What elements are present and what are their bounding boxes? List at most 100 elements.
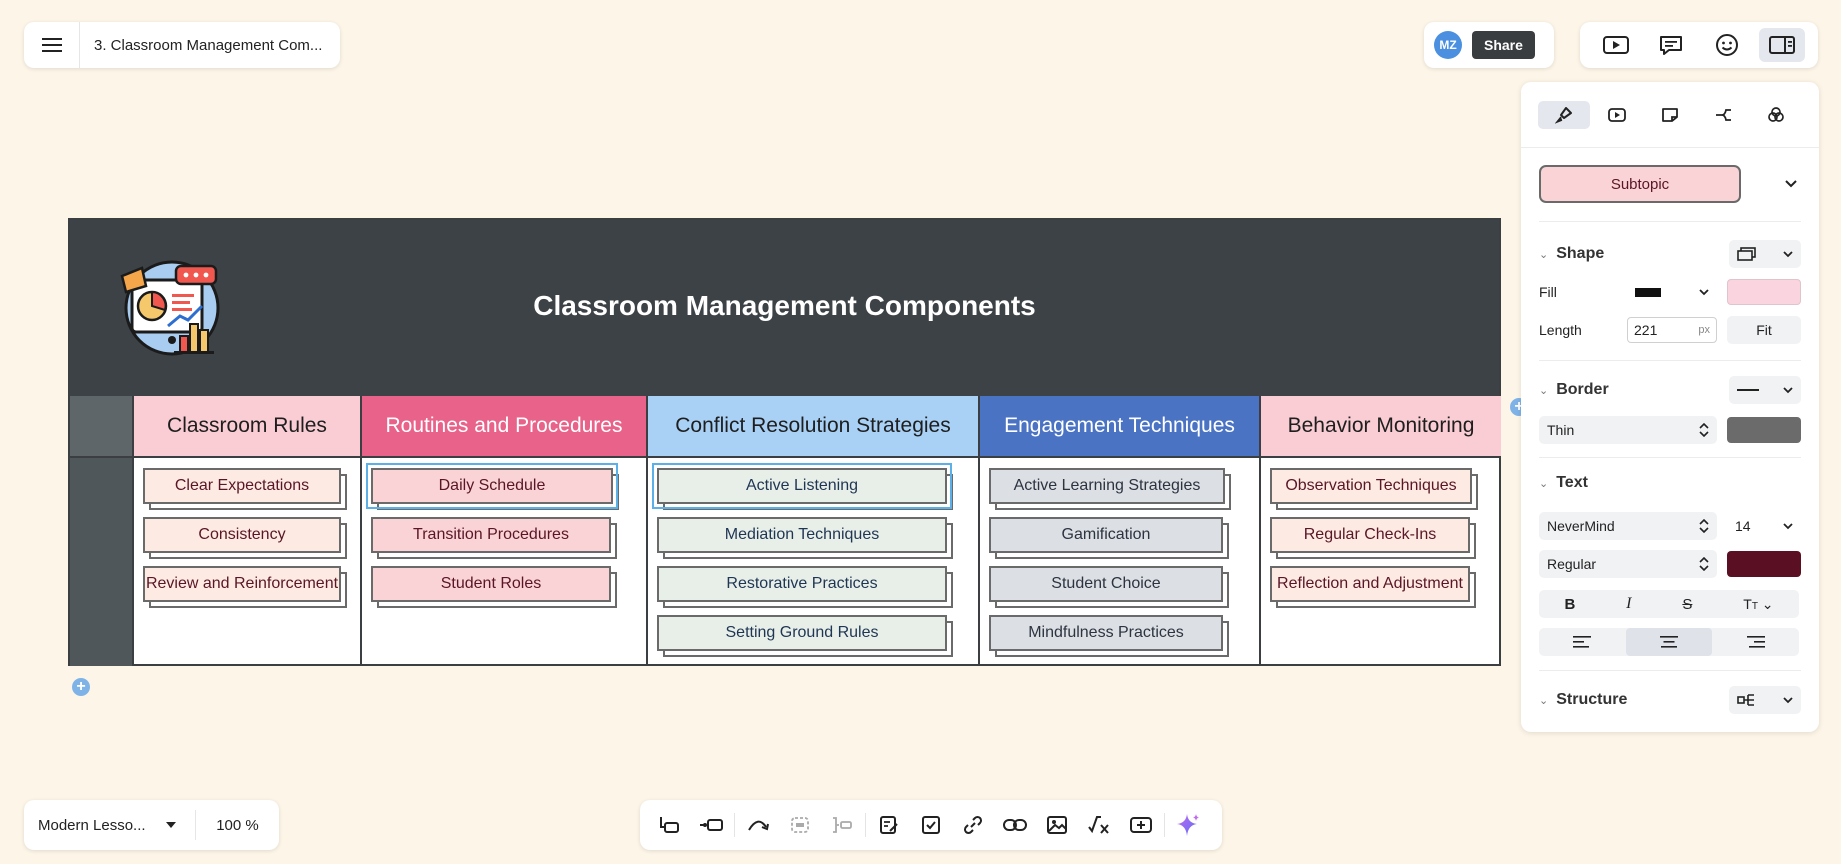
- branch-icon: [1716, 108, 1732, 121]
- presentation-mode-button[interactable]: [1593, 28, 1639, 62]
- document-title[interactable]: 3. Classroom Management Com...: [80, 37, 322, 54]
- add-subtopic-button[interactable]: [648, 807, 690, 843]
- main-topic-header[interactable]: Routines and Procedures: [362, 396, 646, 458]
- sparkle-icon: [1177, 814, 1199, 836]
- note-edit-icon: [880, 816, 898, 834]
- border-color-swatch[interactable]: [1727, 417, 1801, 443]
- main-topic-header[interactable]: Classroom Rules: [134, 396, 360, 458]
- main-topic-header[interactable]: Conflict Resolution Strategies: [648, 396, 978, 458]
- collapse-chevron-icon[interactable]: ⌄: [1539, 384, 1548, 397]
- sidebar-panel-icon: [1769, 36, 1796, 54]
- board-title[interactable]: Classroom Management Components: [70, 290, 1499, 322]
- fit-button[interactable]: Fit: [1727, 316, 1801, 344]
- tab-theme[interactable]: [1750, 101, 1802, 129]
- subtopic-node[interactable]: Transition Procedures: [371, 517, 611, 553]
- subtopic-node[interactable]: Mediation Techniques: [657, 517, 947, 553]
- border-style-select[interactable]: [1729, 376, 1801, 404]
- subtopic-node[interactable]: Clear Expectations: [143, 468, 341, 504]
- align-center-icon[interactable]: [1625, 628, 1713, 656]
- style-preview-subtopic[interactable]: Subtopic: [1539, 165, 1741, 203]
- subtopic-node[interactable]: Consistency: [143, 517, 341, 553]
- subtopic-node[interactable]: Regular Check-Ins: [1270, 517, 1470, 553]
- topic-link-button[interactable]: [994, 807, 1036, 843]
- structure-select[interactable]: [1729, 686, 1801, 714]
- font-weight-select[interactable]: Regular: [1539, 550, 1717, 578]
- collapse-chevron-icon[interactable]: ⌄: [1539, 477, 1548, 490]
- theme-select[interactable]: Modern Lesso...: [24, 810, 196, 840]
- subtopic-node[interactable]: Restorative Practices: [657, 566, 947, 602]
- subtopic-node[interactable]: Reflection and Adjustment: [1270, 566, 1470, 602]
- color-circles-icon: [1768, 106, 1785, 122]
- subtopic-node[interactable]: Review and Reinforcement: [143, 566, 341, 602]
- subtopic-icon: [660, 817, 679, 833]
- curved-arrow-icon: [748, 820, 769, 831]
- border-thickness-select[interactable]: Thin: [1539, 416, 1717, 444]
- insert-more-button[interactable]: [1120, 807, 1162, 843]
- font-family-select[interactable]: NeverMind: [1539, 512, 1717, 540]
- zoom-level[interactable]: 100 %: [196, 817, 279, 834]
- tab-structure-layout[interactable]: [1697, 101, 1749, 129]
- summary-button[interactable]: [821, 807, 863, 843]
- subtopic-node[interactable]: Mindfulness Practices: [989, 615, 1223, 651]
- section-text-title: Text: [1556, 474, 1588, 491]
- boundary-button[interactable]: [779, 807, 821, 843]
- equation-button[interactable]: [1078, 807, 1120, 843]
- relationship-button[interactable]: [737, 807, 779, 843]
- theme-zoom-card: Modern Lesso... 100 %: [24, 800, 279, 850]
- subtopic-node[interactable]: Student Choice: [989, 566, 1223, 602]
- bold-icon[interactable]: B: [1564, 596, 1575, 613]
- task-button[interactable]: [910, 807, 952, 843]
- reactions-button[interactable]: [1704, 28, 1750, 62]
- chevron-down-icon: [1699, 288, 1709, 295]
- main-topic-header[interactable]: Engagement Techniques: [980, 396, 1259, 458]
- collapse-chevron-icon[interactable]: ⌄: [1539, 694, 1548, 707]
- subtopic-node[interactable]: Active Listening: [652, 463, 952, 509]
- font-size-select[interactable]: 14: [1727, 512, 1801, 540]
- share-button[interactable]: Share: [1472, 31, 1535, 59]
- subtopic-node[interactable]: Gamification: [989, 517, 1223, 553]
- fill-style-select[interactable]: [1627, 278, 1717, 306]
- fill-color-swatch[interactable]: [1727, 279, 1801, 305]
- rectangle-shape-icon: [1737, 247, 1756, 261]
- italic-icon[interactable]: I: [1626, 595, 1631, 613]
- align-right-icon[interactable]: [1712, 628, 1799, 656]
- align-left-icon[interactable]: [1539, 628, 1626, 656]
- collapse-chevron-icon[interactable]: ⌄: [1539, 248, 1548, 261]
- user-avatar[interactable]: MZ: [1434, 31, 1462, 59]
- comments-button[interactable]: [1648, 28, 1694, 62]
- shape-type-select[interactable]: [1729, 240, 1801, 268]
- tab-style[interactable]: [1537, 100, 1590, 129]
- panel-tabs: [1521, 82, 1819, 148]
- hyperlink-button[interactable]: [952, 807, 994, 843]
- main-topic-header[interactable]: Behavior Monitoring: [1261, 396, 1501, 458]
- chain-link-icon: [1003, 819, 1027, 831]
- add-row-plus-icon[interactable]: +: [72, 678, 90, 696]
- text-color-swatch[interactable]: [1727, 551, 1801, 577]
- add-topic-button[interactable]: [690, 807, 732, 843]
- subtopic-node[interactable]: Daily Schedule: [366, 463, 618, 509]
- subtopic-node[interactable]: Setting Ground Rules: [657, 615, 947, 651]
- tab-sticky[interactable]: [1644, 101, 1696, 129]
- subtopic-node[interactable]: Observation Techniques: [1270, 468, 1472, 504]
- image-button[interactable]: [1036, 807, 1078, 843]
- mind-map-board[interactable]: Classroom Management Components Classroo…: [68, 218, 1501, 666]
- ai-assistant-button[interactable]: [1167, 807, 1209, 843]
- length-value: 221: [1634, 322, 1658, 338]
- text-case-icon[interactable]: TT ⌄: [1743, 596, 1773, 613]
- subtopic-node[interactable]: Student Roles: [371, 566, 611, 602]
- sticky-note-icon: [1662, 107, 1678, 122]
- chevron-down-icon: [1783, 250, 1793, 257]
- length-input[interactable]: 221 px: [1627, 317, 1717, 343]
- style-dropdown-button[interactable]: [1741, 180, 1801, 188]
- topic-column: Conflict Resolution Strategies Active Lis…: [646, 396, 978, 666]
- formula-icon: [1088, 816, 1109, 834]
- text-align-toolbar: [1539, 628, 1799, 656]
- subtopic-node[interactable]: Active Learning Strategies: [989, 468, 1225, 504]
- tab-media[interactable]: [1591, 101, 1643, 129]
- note-button[interactable]: [868, 807, 910, 843]
- toggle-sidebar-button[interactable]: [1759, 28, 1806, 62]
- font-size-value: 14: [1735, 518, 1751, 534]
- chevron-down-icon: [1785, 180, 1797, 188]
- strikethrough-icon[interactable]: S: [1682, 596, 1692, 613]
- hamburger-menu-button[interactable]: [24, 22, 80, 68]
